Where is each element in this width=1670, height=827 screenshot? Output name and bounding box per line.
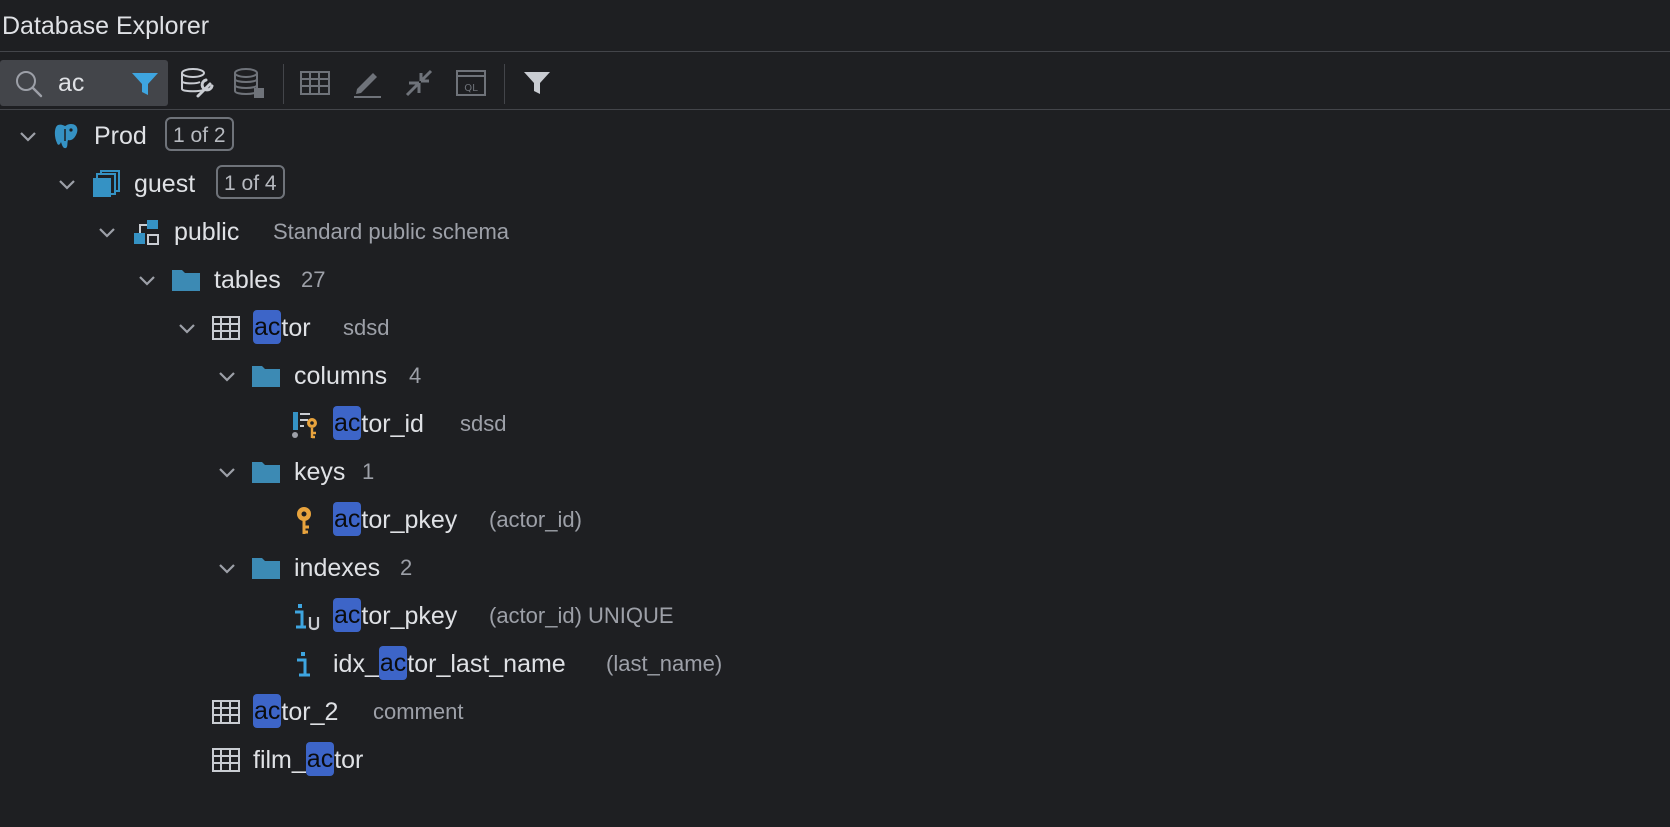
chevron-down-icon[interactable] [135,268,159,292]
tree-node-actor-pkey-index[interactable]: actor_pkey (actor_id) UNIQUE [0,596,1000,636]
tree-node-actor-id[interactable]: actor_id sdsd [0,404,1000,444]
folder-icon [252,558,280,579]
schema-icon [134,220,159,245]
tree-node-label: actor [253,308,311,348]
tree-node-columns[interactable]: columns 4 [0,356,1000,396]
tree-node-label: actor_2 [253,692,338,732]
tree-node-label: actor_pkey [333,596,457,636]
tree-node-label-prefix: film_ [253,746,306,774]
search-match-highlight: ac [333,502,362,536]
search-box[interactable] [0,60,168,106]
tree-node-label: indexes [294,554,381,582]
tree-node-label: guest [134,170,196,198]
search-match-highlight: ac [305,742,335,776]
search-match-highlight: ac [333,598,362,632]
tree-node-comment: (last_name) [606,651,723,676]
toolbar-separator [283,64,284,104]
chevron-down-icon[interactable] [95,220,119,244]
tree-node-label-prefix: idx_ [333,650,379,678]
table-icon [212,748,240,772]
tree-node-comment: Standard public schema [273,219,510,244]
jump-to-icon[interactable] [400,64,438,102]
tree-node-comment: (actor_id) [489,507,582,532]
window-title: Database Explorer [2,12,210,40]
table-icon [212,316,240,340]
chevron-down-icon[interactable] [215,364,239,388]
tree-node-count: 2 [400,555,413,580]
tree-node-label: idx_actor_last_name [333,644,566,684]
key-icon [297,507,311,534]
match-count-badge: 1 of 4 [216,165,285,199]
tree-node-label-rest: tor_2 [281,698,339,726]
database-icon[interactable] [230,64,268,102]
tree-node-keys[interactable]: keys 1 [0,452,1000,492]
tree-node-label: Prod [94,122,147,150]
toolbar-separator [504,64,505,104]
tree-node-count: 27 [301,267,326,292]
search-input[interactable] [58,66,124,100]
tree-node-label-rest: tor_last_name [407,650,566,678]
tree-node-label: actor_pkey [333,500,457,540]
search-match-highlight: ac [378,646,408,680]
tree-node-comment: comment [373,699,464,724]
chevron-down-icon[interactable] [16,124,40,148]
tree-node-comment: sdsd [460,411,507,436]
unique-index-icon [295,604,320,631]
search-match-highlight: ac [253,310,282,344]
tree-node-count: 1 [362,459,375,484]
tree-node-label: keys [294,458,346,486]
toolbar: QL [0,52,1670,110]
chevron-down-icon[interactable] [215,556,239,580]
postgresql-icon [54,124,78,149]
tree-node-actor[interactable]: actor sdsd [0,308,1000,348]
tree-node-tables[interactable]: tables 27 [0,260,1000,300]
folder-icon [252,366,280,387]
folder-icon [252,462,280,483]
index-icon [297,652,310,677]
search-match-highlight: ac [333,406,362,440]
title-bar: Database Explorer [0,0,1670,52]
edit-icon[interactable] [348,64,386,102]
chevron-down-icon[interactable] [55,172,79,196]
tree-node-public[interactable]: public Standard public schema [0,212,1000,252]
tree-node-count: 4 [409,363,422,388]
data-source-properties-icon[interactable] [178,64,216,102]
tree-node-indexes[interactable]: indexes 2 [0,548,1000,588]
tree-node-label-rest: tor_pkey [361,506,458,534]
sql-console-icon[interactable]: QL [452,64,490,102]
database-icon [93,170,120,197]
svg-text:QL: QL [464,83,478,94]
filter-icon[interactable] [518,64,556,102]
tree-node-comment: sdsd [343,315,390,340]
tree-node-comment: (actor_id) UNIQUE [489,603,674,628]
tree-node-actor-2[interactable]: actor_2 comment [0,692,1000,732]
tree-node-label-rest: tor [281,314,311,342]
tree-node-actor-pkey-key[interactable]: actor_pkey (actor_id) [0,500,1000,540]
tree-node-label: actor_id [333,404,424,444]
tree-node-film-actor[interactable]: film_actor [0,740,1000,780]
search-icon [16,71,43,98]
tree-node-label-rest: tor [334,746,364,774]
filter-active-icon[interactable] [130,70,160,98]
match-count-badge: 1 of 2 [165,117,234,151]
tree-node-label-rest: tor_pkey [361,602,458,630]
tree-node-label: columns [294,362,388,390]
tree-node-guest[interactable]: guest 1 of 4 [0,164,1000,204]
tree-node-label-rest: tor_id [361,410,424,438]
chevron-down-icon[interactable] [175,316,199,340]
table-icon[interactable] [296,64,334,102]
search-match-highlight: ac [253,694,282,728]
table-icon [212,700,240,724]
folder-icon [172,270,200,291]
tree-node-label: public [174,218,240,246]
chevron-down-icon[interactable] [215,460,239,484]
tree-node-label: tables [214,266,281,294]
tree-node-prod[interactable]: Prod 1 of 2 [0,116,1000,156]
primary-key-column-icon [292,412,317,439]
tree-node-idx-actor-last-name[interactable]: idx_actor_last_name (last_name) [0,644,1000,684]
tree-node-label: film_actor [253,740,363,780]
